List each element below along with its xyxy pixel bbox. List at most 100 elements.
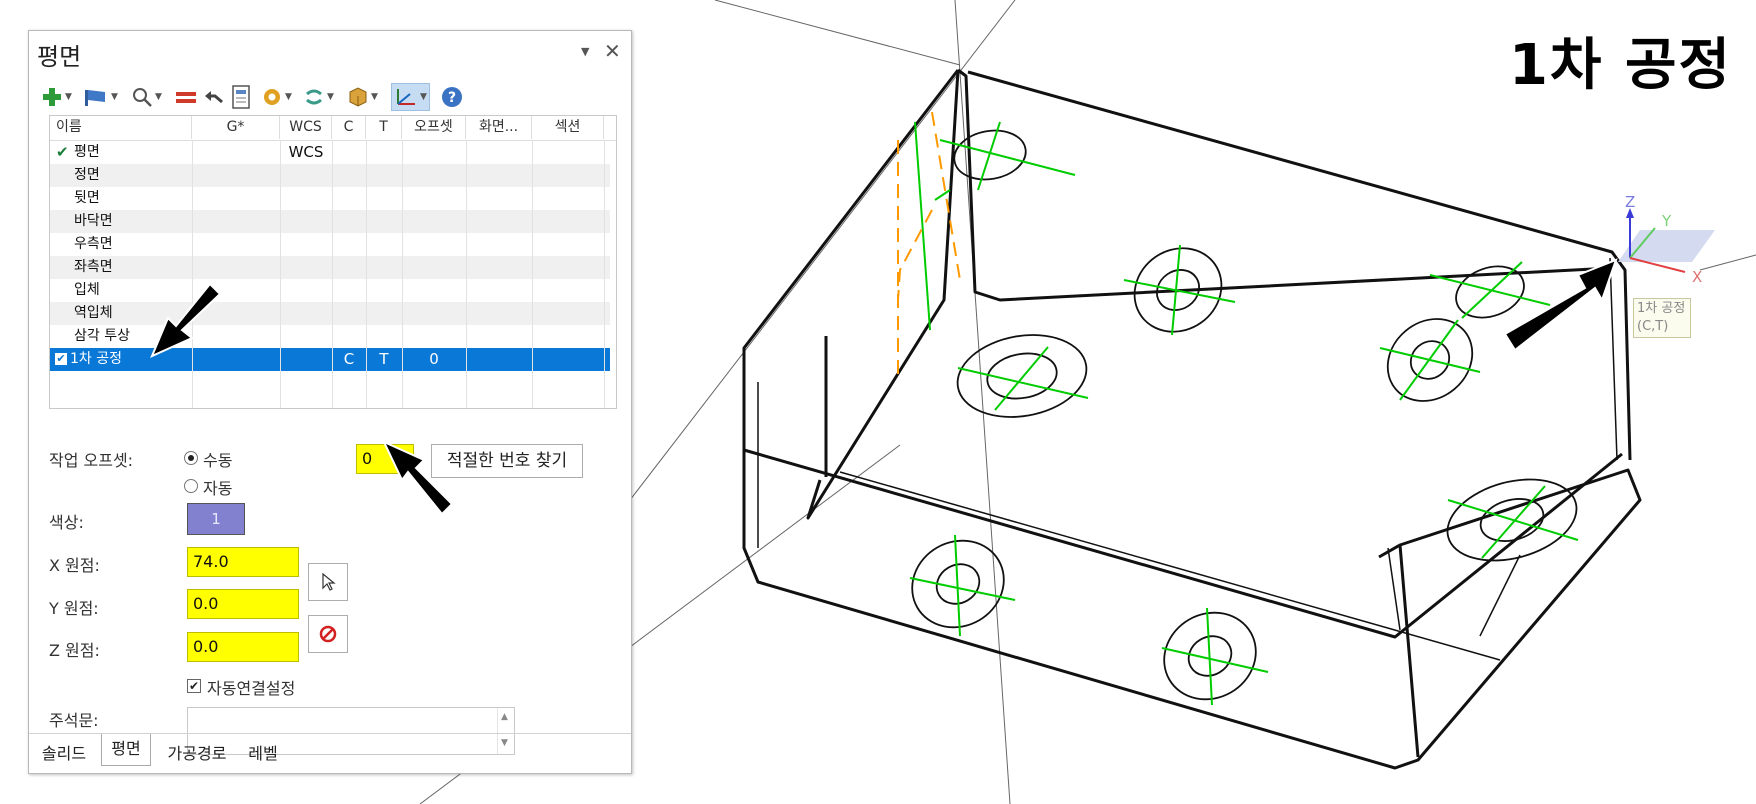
- plane-name: 입체: [74, 282, 100, 298]
- plane-name: 평면: [74, 144, 100, 160]
- refresh-icon: [306, 89, 322, 105]
- table-row[interactable]: 정면: [50, 164, 610, 187]
- color-label: 색상:: [49, 513, 84, 532]
- wcs-gizmo-icon: Z Y X: [1618, 193, 1715, 286]
- plane-name: 삼각 투상: [74, 328, 130, 344]
- undo-arrow-icon: [205, 91, 223, 104]
- checkbox-icon[interactable]: ✔: [55, 353, 67, 365]
- add-plane-button[interactable]: ▼: [41, 83, 72, 111]
- page-title: 1차 공정: [1508, 33, 1732, 98]
- auto-link-checkbox[interactable]: ✔: [187, 679, 201, 693]
- svg-text:X: X: [1692, 268, 1702, 286]
- tab-toolpaths[interactable]: 가공경로: [159, 740, 235, 768]
- plus-icon: [43, 88, 61, 106]
- svg-text:?: ?: [448, 90, 456, 106]
- plane-tooltip: 1차 공정 (C,T): [1633, 298, 1691, 338]
- axes-icon: [397, 89, 415, 105]
- auto-link-label: 자동연결설정: [207, 679, 296, 698]
- properties-button[interactable]: [231, 83, 251, 111]
- x-origin-input[interactable]: 74.0: [187, 547, 299, 577]
- plane-c: C: [343, 350, 355, 368]
- gear-icon: [264, 89, 280, 105]
- planes-panel: 평면 ▼ ✕ ▼ ▼ ▼ ▼ ▼ ▼ ▼ ? 이름 G* WCS C T 오프셋…: [28, 30, 632, 774]
- notes-label: 주석문:: [49, 711, 99, 730]
- table-row[interactable]: 뒷면: [50, 187, 610, 210]
- annotation-arrow-icon: [150, 282, 222, 358]
- close-icon[interactable]: ✕: [604, 39, 621, 63]
- plane-name: 우측면: [74, 236, 113, 252]
- plane-name: 정면: [74, 167, 100, 183]
- search-icon: [133, 88, 152, 107]
- manual-label: 수동: [203, 451, 233, 470]
- axes-button[interactable]: ▼: [391, 83, 430, 111]
- color-swatch[interactable]: 1: [187, 503, 245, 535]
- manual-radio[interactable]: [184, 451, 198, 465]
- auto-radio[interactable]: [184, 479, 198, 493]
- col-offset[interactable]: 오프셋: [402, 116, 466, 139]
- table-header: 이름 G* WCS C T 오프셋 화면... 섹션: [50, 116, 616, 141]
- tab-levels[interactable]: 레벨: [241, 740, 285, 768]
- col-display[interactable]: 화면...: [466, 116, 532, 139]
- table-row[interactable]: 좌측면: [50, 256, 610, 279]
- plane-name: 바닥면: [74, 213, 113, 229]
- cursor-icon: [322, 572, 336, 591]
- hole-features: [911, 129, 1578, 701]
- refresh-button[interactable]: ▼: [303, 83, 334, 111]
- col-name[interactable]: 이름: [50, 116, 192, 139]
- auto-label: 자동: [203, 479, 233, 498]
- prohibited-icon: [319, 625, 337, 643]
- part-wireframe: [742, 68, 1642, 770]
- tooltip-line-1: 1차 공정: [1637, 301, 1686, 316]
- hole-axes: [909, 121, 1579, 706]
- settings-button[interactable]: ▼: [261, 83, 292, 111]
- planes-table: 이름 G* WCS C T 오프셋 화면... 섹션 ✔ 평면 WCS 정면 뒷…: [49, 115, 617, 409]
- search-button[interactable]: ▼: [131, 83, 162, 111]
- checkmark-icon: ✔: [56, 143, 69, 161]
- col-c[interactable]: C: [332, 116, 366, 139]
- col-section[interactable]: 섹션: [532, 116, 604, 139]
- scroll-up-icon[interactable]: ▲: [501, 712, 508, 722]
- plane-name: 좌측면: [74, 259, 113, 275]
- select-origin-button[interactable]: [308, 563, 348, 601]
- table-row[interactable]: 입체: [50, 279, 610, 302]
- annotation-arrow-icon: [381, 439, 454, 516]
- table-row[interactable]: ✔ 평면 WCS: [50, 141, 610, 164]
- plane-name: 뒷면: [74, 190, 100, 206]
- plane-wcs: WCS: [288, 143, 324, 161]
- plane-name: 역입체: [74, 305, 113, 321]
- tooltip-line-2: (C,T): [1637, 319, 1669, 334]
- z-origin-input[interactable]: 0.0: [187, 632, 299, 662]
- panel-tabs: 솔리드 평면 가공경로 레벨: [29, 733, 631, 772]
- work-offset-label: 작업 오프셋:: [49, 451, 134, 470]
- table-body: ✔ 평면 WCS 정면 뒷면 바닥면 우측면 좌측면 입체 역입체 삼각 투상 …: [50, 141, 616, 408]
- tab-planes[interactable]: 평면: [101, 734, 151, 766]
- undo-button[interactable]: [203, 83, 225, 111]
- col-g[interactable]: G*: [192, 116, 280, 139]
- tab-solids[interactable]: 솔리드: [35, 740, 93, 768]
- x-origin-label: X 원점:: [49, 556, 100, 575]
- plane-t: T: [379, 350, 389, 368]
- table-row-selected[interactable]: ✔ 1차 공정 C T 0: [50, 348, 610, 371]
- y-origin-input[interactable]: 0.0: [187, 589, 299, 619]
- view-button[interactable]: ▼: [347, 83, 378, 111]
- y-origin-label: Y 원점:: [49, 599, 99, 618]
- panel-title: 평면: [37, 43, 82, 71]
- equal-button[interactable]: [175, 83, 197, 111]
- hidden-lines: [897, 111, 961, 380]
- flag-button[interactable]: ▼: [83, 83, 118, 111]
- reset-origin-button[interactable]: [308, 615, 348, 653]
- svg-text:Z: Z: [1625, 193, 1635, 211]
- cube-icon: [349, 87, 367, 107]
- col-wcs[interactable]: WCS: [280, 116, 332, 139]
- planes-toolbar: ▼ ▼ ▼ ▼ ▼ ▼ ▼ ?: [37, 79, 627, 115]
- help-button[interactable]: ?: [441, 83, 463, 111]
- help-icon: ?: [442, 87, 462, 107]
- table-row[interactable]: 바닥면: [50, 210, 610, 233]
- flag-icon: [85, 90, 105, 106]
- table-row[interactable]: 삼각 투상: [50, 325, 610, 348]
- table-row[interactable]: 역입체: [50, 302, 610, 325]
- panel-menu-icon[interactable]: ▼: [581, 45, 589, 58]
- table-row[interactable]: 우측면: [50, 233, 610, 256]
- plane-offset: 0: [429, 350, 439, 368]
- col-t[interactable]: T: [366, 116, 402, 139]
